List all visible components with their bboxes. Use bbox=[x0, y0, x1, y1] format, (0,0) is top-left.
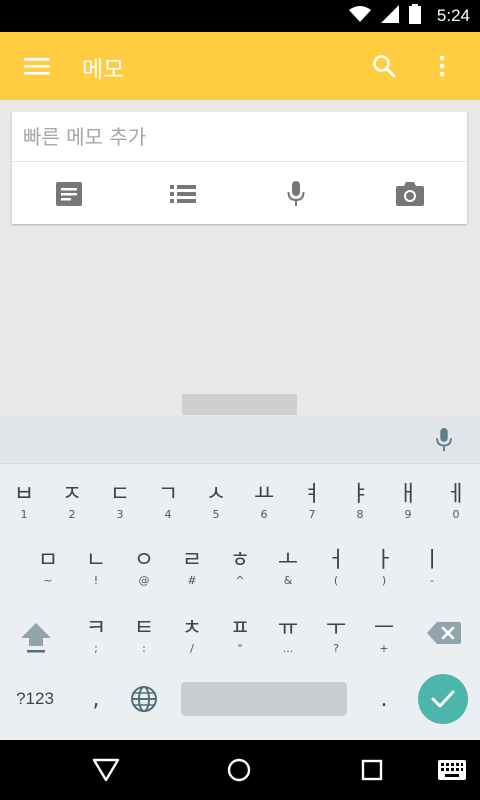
key-o[interactable]: ㅗ & bbox=[264, 544, 312, 602]
key-giyeok[interactable]: ㄱ4 bbox=[144, 478, 192, 536]
key-yeo[interactable]: ㅕ7 bbox=[288, 478, 336, 536]
key-ae[interactable]: ㅐ9 bbox=[384, 478, 432, 536]
key-nieun[interactable]: ㄴ! bbox=[72, 544, 120, 602]
suggestion-bar-placeholder bbox=[182, 394, 297, 415]
take-note-card bbox=[12, 112, 467, 224]
globe-icon bbox=[131, 686, 157, 712]
key-ya[interactable]: ㅑ8 bbox=[336, 478, 384, 536]
hamburger-menu-icon bbox=[24, 58, 50, 75]
status-time: 5:24 bbox=[436, 6, 470, 25]
key-e[interactable]: ㅔ0 bbox=[432, 478, 480, 536]
take-note-input[interactable] bbox=[12, 112, 467, 162]
symbols-key[interactable]: ?123 bbox=[6, 682, 64, 716]
key-hieut[interactable]: ㅎ ^ bbox=[216, 544, 264, 602]
comma-key-label: , bbox=[92, 686, 100, 712]
key-ieung[interactable]: ㅇ @ bbox=[120, 544, 168, 602]
new-photo-note-button[interactable] bbox=[353, 163, 467, 224]
navigation-bar bbox=[0, 740, 480, 800]
new-list-button[interactable] bbox=[126, 163, 240, 224]
keyboard-switch-button[interactable] bbox=[430, 748, 474, 792]
key-u[interactable]: ㅜ? bbox=[312, 612, 360, 670]
key-kieuk[interactable]: ㅋ; bbox=[72, 612, 120, 670]
wifi-icon bbox=[348, 5, 371, 27]
signal-icon bbox=[380, 5, 399, 27]
check-icon bbox=[431, 690, 455, 708]
key-yu[interactable]: ㅠ... bbox=[264, 612, 312, 670]
menu-button[interactable] bbox=[14, 44, 60, 88]
status-bar: 5:24 bbox=[0, 0, 480, 32]
recents-square-icon bbox=[361, 759, 383, 781]
key-tieut[interactable]: ㅌ: bbox=[120, 612, 168, 670]
key-jieut[interactable]: ㅈ2 bbox=[48, 478, 96, 536]
app-bar: 메모 bbox=[0, 32, 480, 100]
back-button[interactable] bbox=[84, 748, 128, 792]
page-title: 메모 bbox=[82, 57, 125, 83]
status-icons: 5:24 bbox=[348, 0, 470, 32]
home-circle-icon bbox=[227, 758, 251, 782]
keyboard-icon bbox=[438, 760, 466, 780]
notes-area bbox=[0, 100, 480, 416]
language-key[interactable] bbox=[124, 682, 164, 716]
period-key-label: . bbox=[380, 686, 388, 712]
key-rieul[interactable]: ㄹ # bbox=[168, 544, 216, 602]
backspace-key[interactable] bbox=[420, 616, 468, 650]
search-icon bbox=[373, 55, 396, 78]
key-chieut[interactable]: ㅊ / bbox=[168, 612, 216, 670]
note-type-actions bbox=[12, 163, 467, 224]
list-icon bbox=[169, 184, 196, 203]
new-voice-note-button[interactable] bbox=[240, 163, 354, 224]
battery-icon bbox=[408, 4, 421, 28]
key-a[interactable]: ㅏ) bbox=[360, 544, 408, 602]
shift-icon bbox=[21, 623, 51, 653]
note-icon bbox=[55, 181, 82, 206]
back-triangle-icon bbox=[92, 758, 120, 782]
key-pieup[interactable]: ㅍ " bbox=[216, 612, 264, 670]
search-button[interactable] bbox=[362, 44, 406, 88]
more-vert-icon bbox=[439, 55, 445, 77]
home-button[interactable] bbox=[217, 748, 261, 792]
key-digeut[interactable]: ㄷ3 bbox=[96, 478, 144, 536]
key-mieum[interactable]: ㅁ ~ bbox=[24, 544, 72, 602]
key-bieup[interactable]: ㅂ1 bbox=[0, 478, 48, 536]
key-eo[interactable]: ㅓ( bbox=[312, 544, 360, 602]
enter-key[interactable] bbox=[418, 674, 468, 724]
keyboard: ㅂ1 ㅈ2 ㄷ3 ㄱ4 ㅅ5 ㅛ6 ㅕ7 ㅑ8 ㅐ9 ㅔ0 ㅁ ~ ㄴ! ㅇ @ ㄹ… bbox=[0, 416, 480, 740]
mic-icon bbox=[287, 180, 305, 206]
new-text-note-button[interactable] bbox=[12, 163, 126, 224]
space-key[interactable] bbox=[181, 682, 347, 716]
key-yo[interactable]: ㅛ6 bbox=[240, 478, 288, 536]
camera-icon bbox=[396, 181, 425, 206]
keyboard-suggestion-strip bbox=[0, 416, 480, 464]
shift-key[interactable] bbox=[12, 612, 60, 662]
key-i[interactable]: ㅣ- bbox=[408, 544, 456, 602]
mic-icon bbox=[436, 428, 452, 452]
comma-key[interactable]: , bbox=[74, 682, 118, 716]
symbols-key-label: ?123 bbox=[16, 689, 54, 708]
recents-button[interactable] bbox=[350, 748, 394, 792]
backspace-icon bbox=[427, 622, 461, 644]
more-options-button[interactable] bbox=[422, 44, 462, 88]
keyboard-voice-button[interactable] bbox=[430, 426, 458, 454]
period-key[interactable]: . bbox=[362, 682, 406, 716]
key-eu[interactable]: ㅡ + bbox=[360, 612, 408, 670]
key-siot[interactable]: ㅅ5 bbox=[192, 478, 240, 536]
